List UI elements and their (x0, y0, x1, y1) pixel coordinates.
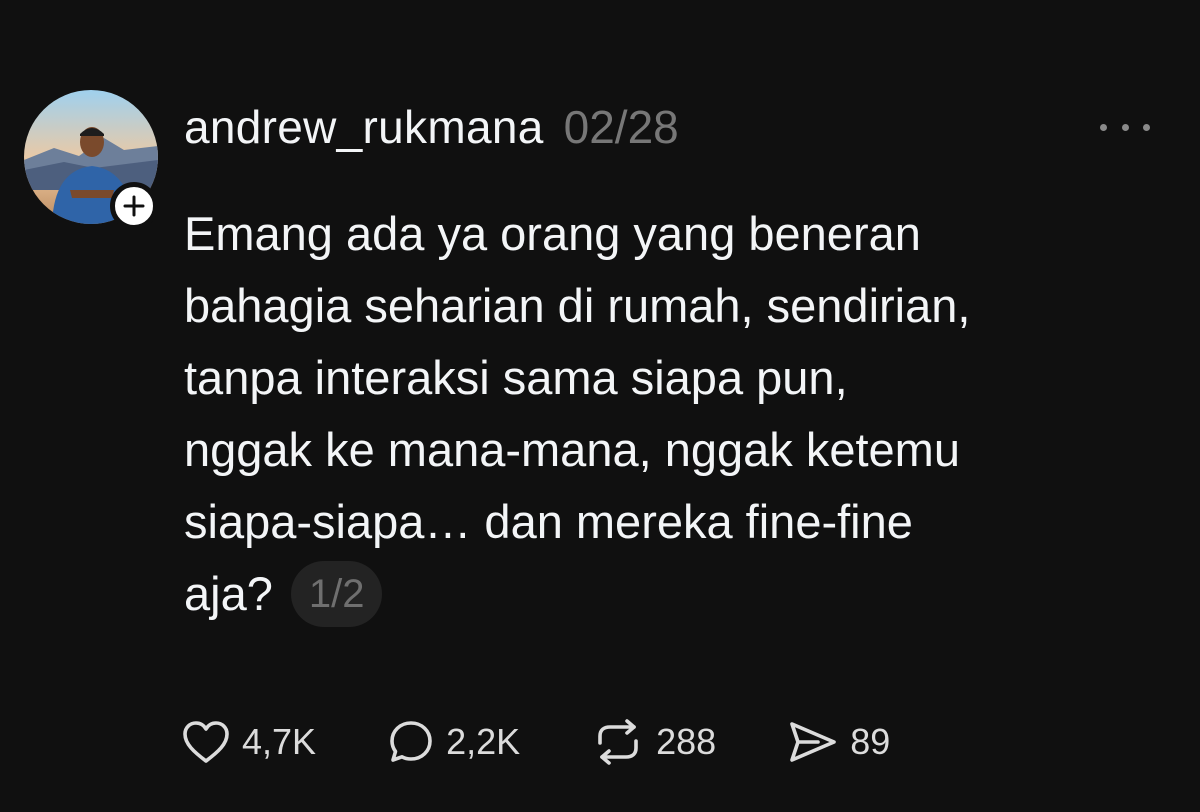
post-date: 02/28 (563, 101, 679, 153)
follow-button[interactable] (110, 182, 158, 230)
post-line: bahagia seharian di rumah, sendirian, (184, 279, 971, 332)
more-dots-icon (1143, 123, 1150, 131)
send-icon (790, 722, 837, 762)
repost-count: 288 (656, 721, 717, 762)
more-options-button[interactable] (1100, 112, 1150, 142)
plus-icon (123, 195, 145, 217)
reply-count: 2,2K (446, 721, 521, 762)
username[interactable]: andrew_rukmana (184, 100, 544, 154)
heart-icon (183, 721, 229, 763)
share-count: 89 (850, 721, 891, 762)
post-text: Emang ada ya orang yang beneran bahagia … (184, 198, 1174, 631)
like-button[interactable]: 4,7K (182, 720, 316, 764)
post-line: tanpa interaksi sama siapa pun, (184, 351, 848, 404)
post-line: nggak ke mana-mana, nggak ketemu (184, 423, 960, 476)
repost-button[interactable]: 288 (592, 719, 716, 765)
post-line: siapa-siapa… dan mereka fine-fine (184, 495, 913, 548)
more-dots-icon (1100, 123, 1107, 131)
post-line-last: aja? 1/2 (184, 558, 1174, 631)
action-bar: 4,7K 2,2K 288 89 (182, 712, 890, 772)
post-line: aja? (184, 567, 273, 620)
repost-icon (598, 719, 638, 765)
page-indicator: 1/2 (290, 560, 383, 627)
post-header: andrew_rukmana 02/28 (184, 100, 679, 154)
like-count: 4,7K (242, 721, 317, 762)
comment-bubble-icon (390, 721, 432, 762)
reply-button[interactable]: 2,2K (388, 719, 520, 765)
post-line: Emang ada ya orang yang beneran (184, 207, 921, 260)
share-button[interactable]: 89 (788, 720, 890, 764)
more-dots-icon (1121, 123, 1129, 131)
